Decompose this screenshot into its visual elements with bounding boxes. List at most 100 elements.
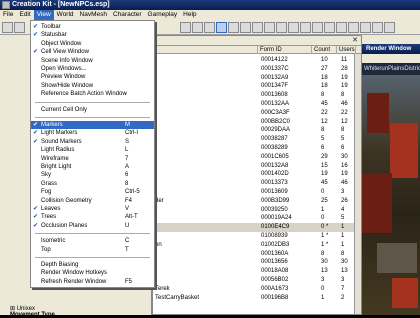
list-scrollbar[interactable]	[354, 54, 361, 314]
table-row[interactable]: on 01002DB3 1 * 1	[153, 241, 361, 250]
toolbar-tool-icon[interactable]	[324, 22, 335, 33]
table-row[interactable]: 000132A8 15 16	[153, 162, 361, 171]
row-count: 3	[321, 276, 325, 283]
menu-navmesh[interactable]: NavMesh	[77, 10, 110, 20]
table-row[interactable]: 0001360A 8 8	[153, 250, 361, 259]
view-menu-item[interactable]: ✔ Cell View Window	[31, 48, 154, 56]
view-menu-item[interactable]: Grass 8	[31, 180, 154, 188]
toolbar-tool-icon[interactable]	[216, 22, 227, 33]
menu-item-shortcut: 6	[125, 172, 129, 179]
menu-gameplay[interactable]: Gameplay	[145, 10, 181, 20]
toolbar-tool-icon[interactable]	[204, 22, 215, 33]
menu-file[interactable]: File	[0, 10, 16, 20]
menu-item-shortcut: 7	[125, 155, 129, 162]
view-menu-item[interactable]: Show/Hide Window	[31, 82, 154, 90]
table-row[interactable]: 000BB2C0 12 12	[153, 118, 361, 127]
toolbar-tool-icon[interactable]	[192, 22, 203, 33]
table-row[interactable]: Terek 000A1673 0 7	[153, 285, 361, 294]
view-menu-item[interactable]: ✔ Light Markers Ctrl-I	[31, 129, 154, 137]
toolbar-tool-icon[interactable]	[288, 22, 299, 33]
menu-view[interactable]: View	[33, 10, 54, 20]
row-count: 1 *	[321, 232, 329, 239]
table-row[interactable]: 00013609 0 3	[153, 188, 361, 197]
view-menu-item[interactable]: Render Window Hotkeys	[31, 269, 154, 277]
toolbar-tool-icon[interactable]	[384, 22, 395, 33]
toolbar-tool-icon[interactable]	[336, 22, 347, 33]
view-menu-item[interactable]: Refresh Render Window F5	[31, 278, 154, 286]
table-row[interactable]: 00039250 1 4	[153, 206, 361, 215]
table-row[interactable]: TestCarryBasket 000196B8 1 2	[153, 294, 361, 303]
toolbar-tool-icon[interactable]	[240, 22, 251, 33]
open-icon[interactable]	[14, 22, 25, 33]
table-row[interactable]: 0001402D 19 19	[153, 170, 361, 179]
view-menu-item[interactable]: Wireframe 7	[31, 155, 154, 163]
view-menu-item[interactable]: ✔ Toolbar	[31, 23, 154, 31]
menu-item-label: Statusbar	[41, 32, 67, 39]
table-row[interactable]: 0001347F 18 19	[153, 82, 361, 91]
toolbar-tool-icon[interactable]	[312, 22, 323, 33]
toolbar-tool-icon[interactable]	[360, 22, 371, 33]
toolbar-tool-icon[interactable]	[180, 22, 191, 33]
render-viewport[interactable]: WhiterunPlainsDistrict	[362, 63, 420, 315]
view-menu-item[interactable]: Depth Biasing	[31, 261, 154, 269]
toolbar-tool-icon[interactable]	[300, 22, 311, 33]
view-menu-item[interactable]: Scene Info Window	[31, 57, 154, 65]
row-count: 1 *	[321, 241, 329, 248]
view-menu-item[interactable]: Object Window	[31, 40, 154, 48]
table-row[interactable]: 00038287 5 5	[153, 135, 361, 144]
table-row[interactable]: der 000B3D99 25 26	[153, 197, 361, 206]
view-menu-item[interactable]: Fog Ctrl-5	[31, 188, 154, 196]
table-row[interactable]: 00038289 6 6	[153, 144, 361, 153]
menu-help[interactable]: Help	[180, 10, 199, 20]
toolbar-tool-icon[interactable]	[372, 22, 383, 33]
toolbar-tool-icon[interactable]	[276, 22, 287, 33]
view-menu-item[interactable]: Reference Batch Action Window -	[31, 90, 154, 98]
view-menu-item[interactable]: Isometric C	[31, 237, 154, 245]
col-editor-id[interactable]	[153, 46, 258, 54]
table-row[interactable]: 00029DAA 8 8	[153, 126, 361, 135]
table-row[interactable]: 000132AA 45 46	[153, 100, 361, 109]
table-row[interactable]: 0001337C 27 28	[153, 65, 361, 74]
view-menu-item[interactable]: Current Cell Only	[31, 106, 154, 114]
view-menu-item[interactable]: ✔ Markers M	[31, 121, 154, 129]
view-menu-item[interactable]: Sky 6	[31, 171, 154, 179]
toolbar-tool-icon[interactable]	[264, 22, 275, 33]
table-row[interactable]: 00013608 8 8	[153, 91, 361, 100]
view-menu-item[interactable]: ✔ Statusbar	[31, 31, 154, 39]
view-menu-item[interactable]: ✔ Trees Alt-T	[31, 213, 154, 221]
view-menu-item[interactable]: ✔ Sound Markers S	[31, 138, 154, 146]
view-menu-item[interactable]: Bright Light A	[31, 163, 154, 171]
table-row[interactable]: 0001C605 29 30	[153, 153, 361, 162]
col-count[interactable]: Count	[312, 46, 337, 54]
toolbar-tool-icon[interactable]	[348, 22, 359, 33]
tree-item[interactable]: ⊞ Unixex	[10, 305, 55, 312]
table-row[interactable]: 000C3A3F 22 22	[153, 109, 361, 118]
new-icon[interactable]	[2, 22, 13, 33]
col-form-id[interactable]: Form ID	[258, 46, 312, 54]
view-menu-item[interactable]: Open Windows...	[31, 65, 154, 73]
table-row[interactable]: 00056B02 3 3	[153, 276, 361, 285]
table-row[interactable]: 00013373 45 46	[153, 179, 361, 188]
row-form-id: 0001337C	[261, 65, 289, 72]
col-users[interactable]: Users	[337, 46, 356, 54]
view-menu-item[interactable]: ✔ Occlusion Planes U	[31, 222, 154, 230]
table-row[interactable]: 000019A24 0 5	[153, 214, 361, 223]
table-row[interactable]: 0100E4C9 0 * 1	[153, 223, 361, 232]
view-menu-item[interactable]: Collision Geometry F4	[31, 197, 154, 205]
menu-world[interactable]: World	[54, 10, 77, 20]
view-menu-item[interactable]: Light Radius L	[31, 146, 154, 154]
menu-character[interactable]: Character	[110, 10, 145, 20]
menu-item-label: Reference Batch Action Window	[41, 91, 127, 98]
view-menu-item[interactable]: ✔ Leaves V	[31, 205, 154, 213]
table-row[interactable]: 00018A08 13 13	[153, 267, 361, 276]
table-row[interactable]: 01008939 1 * 1	[153, 232, 361, 241]
view-menu-item[interactable]: Top T	[31, 246, 154, 254]
table-row[interactable]: 000132A9 18 19	[153, 74, 361, 83]
view-menu-item[interactable]: Preview Window	[31, 73, 154, 81]
menu-edit[interactable]: Edit	[16, 10, 33, 20]
close-icon[interactable]: ✕	[351, 37, 359, 45]
toolbar-tool-icon[interactable]	[252, 22, 263, 33]
table-row[interactable]: 000141​22 10 11	[153, 56, 361, 65]
toolbar-tool-icon[interactable]	[228, 22, 239, 33]
table-row[interactable]: 00013656 30 30	[153, 258, 361, 267]
